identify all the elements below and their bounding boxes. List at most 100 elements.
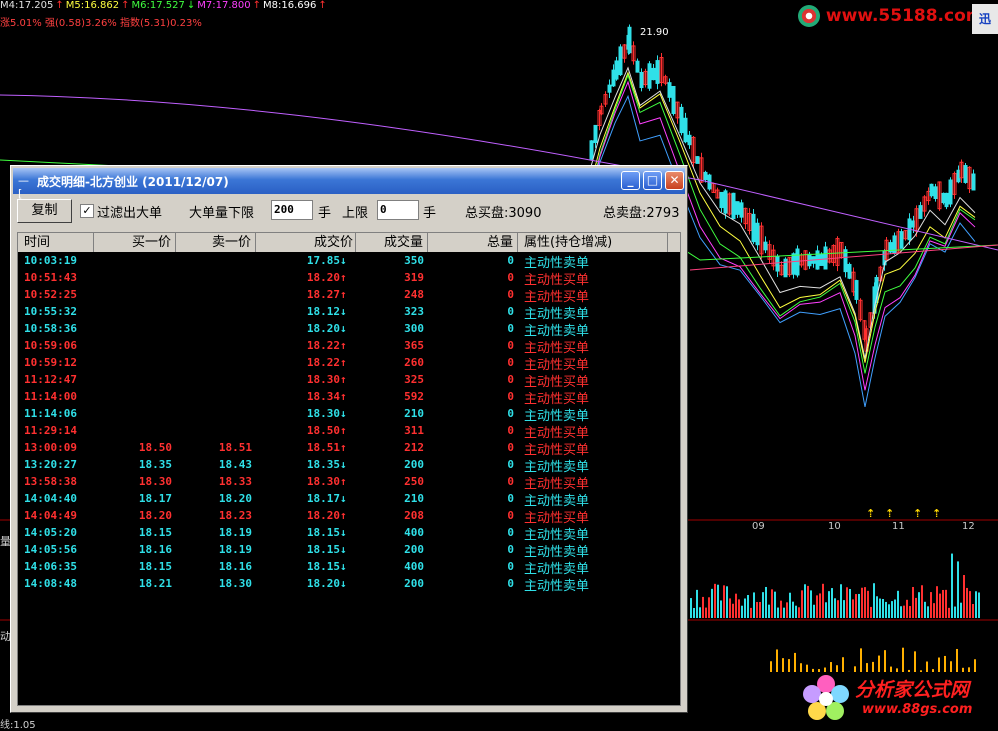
minimize-button[interactable]: _ xyxy=(621,171,640,190)
trade-direction-icon: ↑ xyxy=(340,509,350,522)
col-header-buy-price[interactable]: 买一价 xyxy=(94,233,176,252)
cell-buy: 18.16 xyxy=(94,543,172,556)
momentum-bar xyxy=(914,651,916,672)
upper-limit-input[interactable]: 0 xyxy=(377,200,419,220)
volume-bar xyxy=(852,599,854,618)
table-row[interactable]: 10:03:1917.85↓3500主动性卖单 xyxy=(18,252,680,269)
cell-sell: 18.30 xyxy=(176,577,252,590)
maximize-button[interactable]: □ xyxy=(643,171,662,190)
unit-label-1: 手 xyxy=(318,202,331,221)
copy-button[interactable]: 复制 xyxy=(17,199,72,223)
cell-price: 18.50 xyxy=(256,424,340,437)
candle-body xyxy=(608,85,611,92)
table-row[interactable]: 11:12:4718.30↑3250主动性买单 xyxy=(18,371,680,388)
momentum-bar xyxy=(884,650,886,672)
col-header-volume[interactable]: 成交量 xyxy=(356,233,428,252)
table-row[interactable]: 13:58:3818.3018.3318.30↑2500主动性买单 xyxy=(18,473,680,490)
site-url-top: www.55188.com xyxy=(826,6,984,26)
cell-total: 0 xyxy=(428,271,514,284)
table-row[interactable]: 10:59:1218.22↑2600主动性买单 xyxy=(18,354,680,371)
momentum-bar xyxy=(770,661,772,672)
cell-time: 10:03:19 xyxy=(24,254,77,267)
table-row[interactable]: 14:04:4918.2018.2318.20↑2080主动性买单 xyxy=(18,507,680,524)
lower-limit-label: 大单量下限 xyxy=(189,202,254,221)
cell-time: 14:04:49 xyxy=(24,509,77,522)
side-tab-button[interactable]: 迅 xyxy=(972,4,998,34)
candle-body xyxy=(680,107,683,132)
cell-total: 0 xyxy=(428,543,514,556)
table-row[interactable]: 14:08:4818.2118.3018.20↓2000主动性卖单 xyxy=(18,575,680,592)
table-row[interactable]: 10:51:4318.20↑3190主动性买单 xyxy=(18,269,680,286)
table-row[interactable]: 10:58:3618.20↓3000主动性卖单 xyxy=(18,320,680,337)
flower-logo-icon xyxy=(800,672,852,724)
table-row[interactable]: 14:04:4018.1718.2018.17↓2100主动性卖单 xyxy=(18,490,680,507)
cell-price: 18.35 xyxy=(256,458,340,471)
cell-price: 18.15 xyxy=(256,526,340,539)
table-row[interactable]: 10:52:2518.27↑2480主动性买单 xyxy=(18,286,680,303)
candle-body xyxy=(792,254,795,274)
table-row[interactable]: 11:29:1418.50↑3110主动性买单 xyxy=(18,422,680,439)
candle-body xyxy=(824,247,827,269)
candle-body xyxy=(732,193,735,218)
table-row[interactable]: 14:05:5618.1618.1918.15↓2000主动性卖单 xyxy=(18,541,680,558)
cell-time: 10:59:12 xyxy=(24,356,77,369)
table-row[interactable]: 10:55:3218.12↓3230主动性卖单 xyxy=(18,303,680,320)
cell-time: 10:59:06 xyxy=(24,339,77,352)
trade-direction-icon: ↓ xyxy=(340,458,350,471)
candle-body xyxy=(652,68,655,79)
cell-total: 0 xyxy=(428,441,514,454)
table-row[interactable]: 11:14:0018.34↑5920主动性买单 xyxy=(18,388,680,405)
ma-arrow-icon: ↑ xyxy=(121,0,129,11)
lower-limit-input[interactable]: 200 xyxy=(271,200,313,220)
table-row[interactable]: 11:14:0618.30↓2100主动性卖单 xyxy=(18,405,680,422)
close-button[interactable]: ✕ xyxy=(665,171,684,190)
change-text: 涨5.01% xyxy=(0,18,42,29)
table-row[interactable]: 14:06:3518.1518.1618.15↓4000主动性卖单 xyxy=(18,558,680,575)
cell-vol: 365 xyxy=(356,339,424,352)
cell-price: 18.30 xyxy=(256,475,340,488)
volume-bar xyxy=(912,587,914,618)
volume-bar xyxy=(729,598,731,618)
col-header-sell-price[interactable]: 卖一价 xyxy=(176,233,256,252)
col-header-total[interactable]: 总量 xyxy=(428,233,518,252)
cell-buy: 18.35 xyxy=(94,458,172,471)
filter-checkbox[interactable]: ✓ xyxy=(80,204,94,218)
site-title-bottom: 分析家公式网 xyxy=(855,675,969,702)
table-row[interactable]: 14:05:2018.1518.1918.15↓4000主动性卖单 xyxy=(18,524,680,541)
cell-total: 0 xyxy=(428,322,514,335)
cell-vol: 248 xyxy=(356,288,424,301)
col-header-price[interactable]: 成交价 xyxy=(256,233,356,252)
volume-bar xyxy=(924,602,926,618)
table-row[interactable]: 13:20:2718.3518.4318.35↓2000主动性卖单 xyxy=(18,456,680,473)
trade-table[interactable]: 时间 买一价 卖一价 成交价 成交量 总量 属性(持仓增减) 10:03:191… xyxy=(17,232,681,706)
table-header: 时间 买一价 卖一价 成交价 成交量 总量 属性(持仓增减) xyxy=(18,233,680,252)
candle-body xyxy=(776,257,779,271)
cell-price: 18.20 xyxy=(256,577,340,590)
momentum-bar xyxy=(788,659,790,672)
cell-price: 18.20 xyxy=(256,271,340,284)
candle-body xyxy=(900,232,903,249)
cell-vol: 350 xyxy=(356,254,424,267)
candle-body xyxy=(893,236,896,253)
cell-time: 13:20:27 xyxy=(24,458,77,471)
bottom-left-label: 线:1.05 xyxy=(0,716,36,731)
col-header-attribute[interactable]: 属性(持仓增减) xyxy=(518,233,668,252)
volume-bar xyxy=(732,604,734,618)
cell-vol: 208 xyxy=(356,509,424,522)
volume-bar xyxy=(699,607,701,618)
volume-bar xyxy=(930,592,932,618)
volume-bar xyxy=(870,607,872,618)
col-header-time[interactable]: 时间 xyxy=(18,233,94,252)
volume-bar xyxy=(714,584,716,618)
candle-body xyxy=(648,64,651,88)
cell-vol: 250 xyxy=(356,475,424,488)
table-row[interactable]: 13:00:0918.5018.5118.51↑2120主动性买单 xyxy=(18,439,680,456)
volume-bar xyxy=(753,592,755,618)
dialog-titlebar[interactable]: —[ 成交明细-北方创业 (2011/12/07) _ □ ✕ xyxy=(13,168,685,194)
table-row[interactable]: 10:59:0618.22↑3650主动性买单 xyxy=(18,337,680,354)
cell-vol: 311 xyxy=(356,424,424,437)
cell-buy: 18.17 xyxy=(94,492,172,505)
candle-body xyxy=(724,191,727,213)
candle-body xyxy=(764,242,767,250)
volume-bar xyxy=(768,605,770,618)
